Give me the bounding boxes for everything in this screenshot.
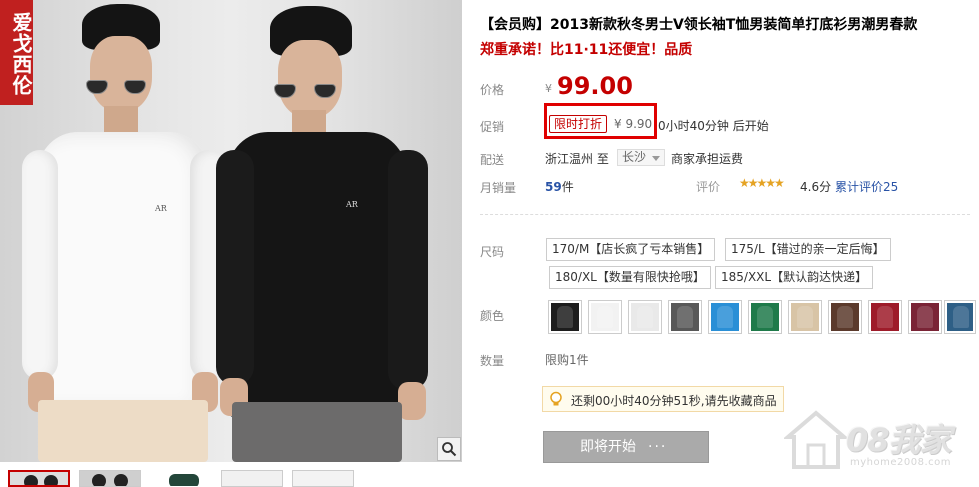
swatch-fill bbox=[947, 303, 973, 331]
sunglasses-icon bbox=[86, 80, 156, 94]
review-count-link[interactable]: 累计评价25 bbox=[835, 178, 898, 195]
thumbnail-strip bbox=[0, 470, 462, 487]
thumbnail-5[interactable] bbox=[292, 470, 354, 487]
swatch-fill bbox=[631, 303, 659, 331]
promotion-start-time: 0小时40分钟 后开始 bbox=[658, 119, 769, 133]
price-currency: ¥ bbox=[545, 82, 552, 95]
swatch-fill bbox=[591, 303, 619, 331]
model-white-shirt: AR bbox=[20, 0, 240, 462]
rating-score: 4.6分 bbox=[800, 180, 832, 194]
color-label: 颜色 bbox=[480, 309, 505, 323]
monthly-sales: 59件 bbox=[545, 178, 574, 195]
quantity-label: 数量 bbox=[480, 354, 505, 368]
model-black-shirt: AR bbox=[216, 0, 448, 462]
swatch-fill bbox=[711, 303, 739, 331]
thumbnail-4[interactable] bbox=[221, 470, 283, 487]
coming-soon-button[interactable]: 即将开始 ··· bbox=[543, 431, 709, 463]
lightbulb-icon bbox=[550, 391, 562, 406]
size-option-170[interactable]: 170/M【店长疯了亏本销售】 bbox=[546, 238, 716, 261]
swatch-fill bbox=[791, 303, 819, 331]
countdown-tip: 还剩00小时40分钟51秒,请先收藏商品 bbox=[542, 386, 784, 412]
thumbnail-3[interactable] bbox=[150, 470, 212, 487]
countdown-text: 还剩00小时40分钟51秒,请先收藏商品 bbox=[571, 394, 777, 408]
sales-count: 59 bbox=[545, 180, 562, 194]
swatch-fill bbox=[831, 303, 859, 331]
promotion-label: 促销 bbox=[480, 120, 505, 134]
color-swatch[interactable] bbox=[628, 300, 662, 334]
color-swatch[interactable] bbox=[548, 300, 582, 334]
shipping-destination-value: 长沙 bbox=[622, 150, 647, 164]
thumbnail-2[interactable] bbox=[79, 470, 141, 487]
swatch-fill bbox=[911, 303, 939, 331]
sunglasses-icon bbox=[274, 84, 346, 98]
price-value: 99.00 bbox=[557, 72, 633, 100]
size-label: 尺码 bbox=[480, 245, 505, 259]
product-gallery: 爱戈西伦 AR AR bbox=[0, 0, 462, 487]
sales-unit: 件 bbox=[561, 180, 574, 194]
site-watermark: 08我家 myhome2008.com bbox=[780, 405, 979, 487]
swatch-fill bbox=[871, 303, 899, 331]
size-option-175[interactable]: 175/L【错过的亲一定后悔】 bbox=[725, 238, 891, 261]
color-swatch[interactable] bbox=[788, 300, 822, 334]
section-divider bbox=[480, 214, 970, 215]
shipping-label: 配送 bbox=[480, 153, 505, 167]
promotion-tag: 限时打折 bbox=[549, 115, 608, 133]
chevron-down-icon bbox=[652, 156, 661, 161]
color-swatch[interactable] bbox=[748, 300, 782, 334]
color-swatch[interactable] bbox=[588, 300, 622, 334]
swatch-fill bbox=[551, 303, 579, 331]
thumbnail-1[interactable] bbox=[8, 470, 70, 487]
price-label: 价格 bbox=[480, 83, 505, 97]
main-product-photo[interactable]: 爱戈西伦 AR AR bbox=[0, 0, 462, 462]
rating-stars-icon: ★★★★★ bbox=[739, 176, 785, 190]
button-label: 即将开始 bbox=[580, 439, 636, 455]
zoom-button[interactable] bbox=[437, 437, 461, 461]
watermark-url: myhome2008.com bbox=[850, 457, 951, 468]
house-icon bbox=[784, 410, 848, 469]
monthly-sales-label: 月销量 bbox=[480, 181, 517, 195]
shirt-logo: AR bbox=[346, 200, 358, 209]
watermark-text: 08我家 bbox=[846, 421, 952, 459]
color-swatch[interactable] bbox=[708, 300, 742, 334]
color-swatch[interactable] bbox=[828, 300, 862, 334]
size-option-180[interactable]: 180/XL【数量有限快抢哦】 bbox=[549, 266, 711, 289]
magnifier-icon bbox=[442, 442, 457, 457]
shirt-logo: AR bbox=[155, 204, 167, 213]
shipping-origin: 浙江温州 至 bbox=[545, 152, 609, 166]
product-subtitle: 郑重承诺！比11·11还便宜！品质 bbox=[480, 42, 693, 58]
shipping-note: 商家承担运费 bbox=[671, 152, 744, 166]
ellipsis-icon: ··· bbox=[648, 439, 668, 455]
swatch-fill bbox=[671, 303, 699, 331]
promotion-price: ¥ 9.90 bbox=[614, 117, 653, 131]
swatch-fill bbox=[751, 303, 779, 331]
color-swatch[interactable] bbox=[868, 300, 902, 334]
color-swatch[interactable] bbox=[908, 300, 942, 334]
product-title: 【会员购】2013新款秋冬男士V领长袖T恤男装简单打底衫男潮男春款 bbox=[480, 17, 918, 33]
size-option-185[interactable]: 185/XXL【默认韵达快递】 bbox=[715, 266, 874, 289]
shipping-destination-select[interactable]: 长沙 bbox=[617, 149, 666, 166]
color-swatch[interactable] bbox=[668, 300, 702, 334]
rating-label: 评价 bbox=[696, 180, 721, 194]
quantity-limit: 限购1件 bbox=[545, 353, 589, 367]
color-swatch[interactable] bbox=[944, 300, 976, 334]
